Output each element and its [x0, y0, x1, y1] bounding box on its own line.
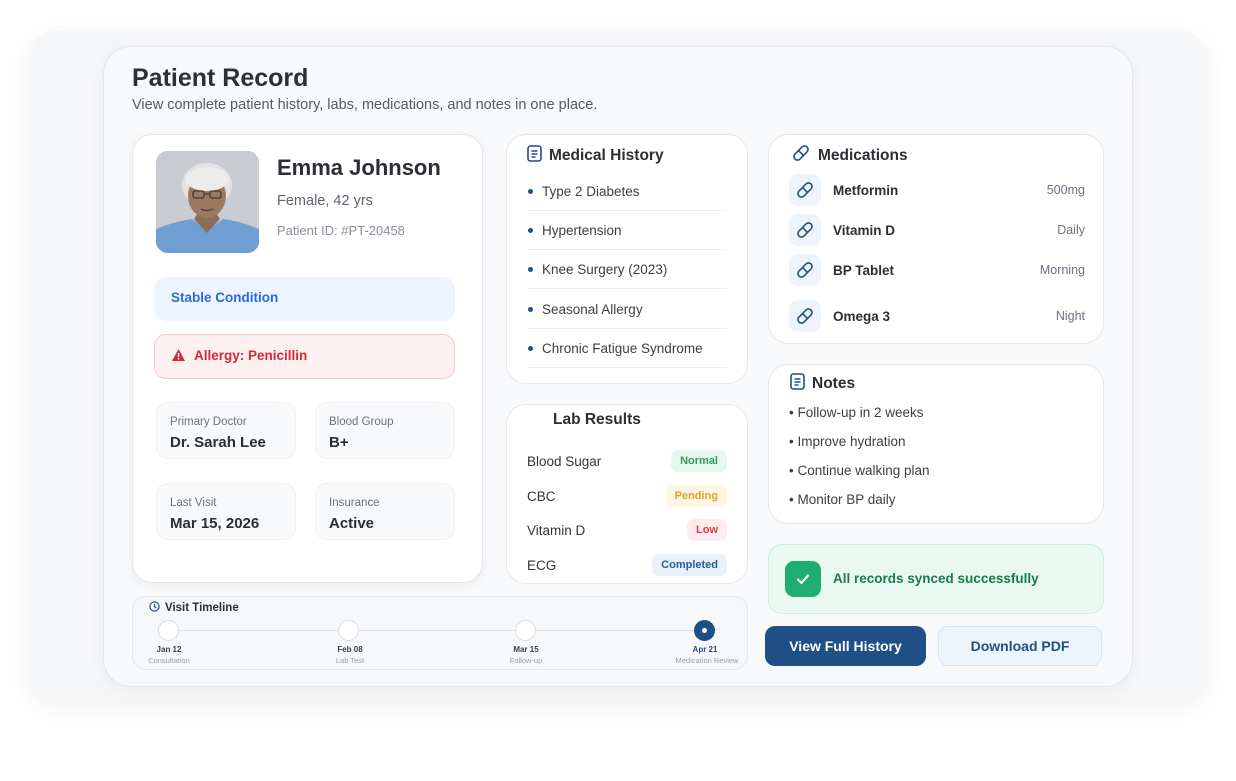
- lab-name: Vitamin D: [527, 522, 586, 538]
- timeline-date: Jan 12: [156, 645, 182, 654]
- patient-id: Patient ID: #PT-20458: [277, 223, 405, 238]
- lab-row: Blood Sugar Normal: [527, 448, 727, 474]
- timeline-date: Feb 08: [337, 645, 363, 654]
- medication-dose: Daily: [1057, 223, 1085, 237]
- patient-gender-age: Female, 42 yrs: [277, 193, 373, 209]
- patient-name: Emma Johnson: [277, 155, 441, 180]
- medication-name: Vitamin D: [833, 222, 896, 238]
- pill-icon: [789, 214, 821, 246]
- detail-value: Active: [329, 515, 375, 532]
- detail-label: Primary Doctor: [170, 416, 247, 428]
- clock-icon: [149, 601, 160, 615]
- notes-title: Notes: [812, 375, 856, 392]
- patient-avatar: [156, 151, 259, 253]
- medication-name: BP Tablet: [833, 262, 895, 278]
- history-item: Seasonal Allergy: [527, 290, 727, 329]
- allergy-alert: Allergy: Penicillin: [154, 334, 455, 379]
- medication-row: Metformin 500mg: [789, 174, 1085, 206]
- medication-name: Metformin: [833, 182, 899, 198]
- page-subtitle: View complete patient history, labs, med…: [132, 97, 598, 113]
- condition-badge: Stable Condition: [154, 277, 455, 321]
- medications-title: Medications: [818, 146, 908, 164]
- allergy-text: Allergy: Penicillin: [194, 348, 308, 363]
- history-item: Knee Surgery (2023): [527, 250, 727, 289]
- status-badge: Normal: [671, 450, 727, 472]
- timeline-node[interactable]: [338, 620, 359, 641]
- lab-row: CBC Pending: [527, 483, 727, 509]
- medications-header: Medications: [791, 143, 908, 168]
- lab-name: CBC: [527, 488, 556, 504]
- pill-icon: [789, 174, 821, 206]
- timeline-track: [168, 630, 704, 631]
- timeline-date: Apr 21: [692, 645, 718, 654]
- medical-history-header: Medical History: [527, 145, 664, 167]
- download-pdf-button[interactable]: Download PDF: [938, 626, 1102, 666]
- timeline-node-active[interactable]: [694, 620, 715, 641]
- visit-timeline-title: Visit Timeline: [165, 602, 239, 614]
- timeline-node[interactable]: [158, 620, 179, 641]
- medical-history-title: Medical History: [549, 147, 664, 164]
- timeline-node[interactable]: [515, 620, 536, 641]
- detail-value: B+: [329, 434, 349, 451]
- medication-dose: 500mg: [1046, 183, 1085, 197]
- note-icon: [790, 373, 805, 395]
- note-item: • Improve hydration: [789, 434, 906, 449]
- pill-icon: [791, 143, 811, 168]
- view-full-history-button[interactable]: View Full History: [765, 626, 926, 666]
- note-item: • Continue walking plan: [789, 463, 930, 478]
- medication-row: Omega 3 Night: [789, 300, 1085, 332]
- medication-row: BP Tablet Morning: [789, 254, 1085, 286]
- detail-label: Insurance: [329, 497, 380, 509]
- medication-dose: Night: [1055, 309, 1085, 323]
- timeline-label: Lab Test: [335, 656, 365, 665]
- visit-timeline-header: Visit Timeline: [149, 601, 239, 615]
- timeline-label: Medication Review: [675, 656, 739, 665]
- page-title: Patient Record: [132, 64, 309, 92]
- insurance-tile: Insurance Active: [315, 483, 455, 540]
- medication-name: Omega 3: [833, 308, 891, 324]
- document-icon: [527, 145, 542, 167]
- sync-message: All records synced successfully: [833, 571, 1039, 586]
- note-item: • Monitor BP daily: [789, 492, 896, 507]
- status-badge: Pending: [665, 485, 727, 507]
- warning-icon: [171, 348, 186, 378]
- history-item: Hypertension: [527, 211, 727, 250]
- lab-results-title: Lab Results: [553, 411, 641, 428]
- lab-row: ECG Completed: [527, 552, 727, 578]
- detail-value: Mar 15, 2026: [170, 515, 260, 532]
- last-visit-tile: Last Visit Mar 15, 2026: [156, 483, 296, 540]
- blood-group-tile: Blood Group B+: [315, 402, 455, 459]
- timeline-label: Consultation: [148, 656, 190, 665]
- medication-dose: Morning: [1039, 263, 1085, 277]
- status-badge: Completed: [652, 554, 727, 576]
- timeline-date: Mar 15: [513, 645, 539, 654]
- notes-header: Notes: [790, 373, 855, 395]
- status-badge: Low: [687, 519, 727, 541]
- detail-label: Last Visit: [170, 497, 217, 509]
- lab-row: Vitamin D Low: [527, 517, 727, 543]
- note-item: • Follow-up in 2 weeks: [789, 405, 924, 420]
- pill-icon: [789, 300, 821, 332]
- lab-name: Blood Sugar: [527, 453, 602, 469]
- primary-doctor-tile: Primary Doctor Dr. Sarah Lee: [156, 402, 296, 459]
- pill-icon: [789, 254, 821, 286]
- history-item: Type 2 Diabetes: [527, 172, 727, 211]
- history-item: Chronic Fatigue Syndrome: [527, 329, 727, 368]
- check-icon: [785, 561, 821, 597]
- detail-label: Blood Group: [329, 416, 394, 428]
- lab-name: ECG: [527, 557, 557, 573]
- medication-row: Vitamin D Daily: [789, 214, 1085, 246]
- timeline-label: Follow-up: [509, 656, 543, 665]
- detail-value: Dr. Sarah Lee: [170, 434, 266, 451]
